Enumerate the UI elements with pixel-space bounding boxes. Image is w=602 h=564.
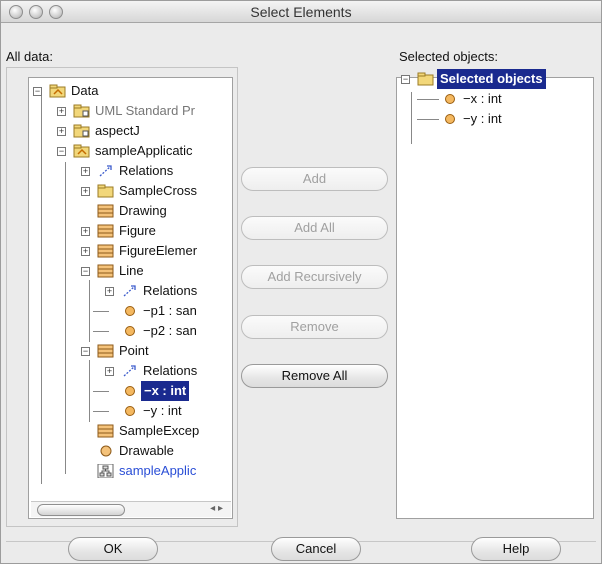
all-data-label: All data: (6, 49, 53, 64)
tree-item-label: Relations (119, 163, 174, 178)
selected-objects-label: Selected objects: (399, 49, 499, 64)
collapse-toggle-icon[interactable]: − (81, 267, 90, 276)
tree-item-label: UML Standard Pr (95, 103, 195, 118)
cancel-button[interactable]: Cancel (271, 537, 361, 561)
class-icon (97, 204, 114, 218)
add-button[interactable]: Add (241, 167, 388, 191)
remove-all-button[interactable]: Remove All (241, 364, 388, 388)
expand-toggle-icon[interactable]: + (57, 107, 66, 116)
horizontal-scrollbar[interactable]: ◂ ▸ (31, 501, 231, 517)
attribute-icon (125, 406, 135, 416)
relations-icon (99, 165, 112, 177)
attribute-icon (125, 326, 135, 336)
scroll-arrows-icon[interactable]: ◂ ▸ (210, 503, 223, 514)
tree-item-label: Selected objects (437, 69, 546, 89)
collapse-toggle-icon[interactable]: − (33, 87, 42, 96)
tree-item-label: sampleApplicatic (95, 143, 193, 158)
class-icon (97, 264, 114, 278)
help-button[interactable]: Help (471, 537, 561, 561)
title-bar: Select Elements (1, 1, 601, 23)
tree-item-label: FigureElemer (119, 243, 198, 258)
expand-toggle-icon[interactable]: + (105, 367, 114, 376)
attribute-icon (445, 114, 455, 124)
window-title: Select Elements (250, 4, 352, 20)
tree-item-label: Drawing (119, 203, 167, 218)
class-icon (97, 424, 114, 438)
package-icon (73, 104, 90, 118)
attribute-icon (125, 306, 135, 316)
expand-toggle-icon[interactable]: + (81, 247, 90, 256)
tree-item-label: Line (119, 263, 144, 278)
tree-item-label: Relations (143, 283, 198, 298)
select-elements-dialog: Select Elements All data: Selected objec… (0, 0, 602, 564)
tree-item-label: Drawable (119, 443, 174, 458)
package-icon (49, 84, 66, 98)
interface-icon (100, 445, 112, 457)
expand-toggle-icon[interactable]: + (81, 187, 90, 196)
ok-button[interactable]: OK (68, 537, 158, 561)
tree-item-label: Figure (119, 223, 156, 238)
collapse-toggle-icon[interactable]: − (401, 75, 410, 84)
expand-toggle-icon[interactable]: + (105, 287, 114, 296)
diagram-icon (97, 464, 114, 478)
tree-item-label: −p2 : san (143, 323, 197, 338)
tree-item-label: aspectJ (95, 123, 140, 138)
add-all-button[interactable]: Add All (241, 216, 388, 240)
tree-item-label: Data (71, 83, 99, 98)
attribute-icon (125, 386, 135, 396)
expand-toggle-icon[interactable]: + (81, 167, 90, 176)
remove-button[interactable]: Remove (241, 315, 388, 339)
add-recursively-button[interactable]: Add Recursively (241, 265, 388, 289)
tree-item-label: SampleCross (119, 183, 198, 198)
expand-toggle-icon[interactable]: + (81, 227, 90, 236)
relations-icon (123, 365, 136, 377)
tree-item-label: −x : int (463, 91, 502, 106)
collapse-toggle-icon[interactable]: − (81, 347, 90, 356)
tree-item-label: Relations (143, 363, 198, 378)
relations-icon (123, 285, 136, 297)
attribute-icon (445, 94, 455, 104)
tree-item-label: −x : int (141, 381, 190, 401)
folder-icon (417, 72, 434, 86)
expand-toggle-icon[interactable]: + (57, 127, 66, 136)
tree-item-label: SampleExcep (119, 423, 200, 438)
tree-item-label: Point (119, 343, 149, 358)
scroll-thumb[interactable] (37, 504, 125, 516)
class-icon (97, 224, 114, 238)
tree-item-label: −y : int (143, 403, 182, 418)
package-icon (73, 144, 90, 158)
collapse-toggle-icon[interactable]: − (57, 147, 66, 156)
package-icon (97, 184, 114, 198)
package-icon (73, 124, 90, 138)
class-icon (97, 244, 114, 258)
class-icon (97, 344, 114, 358)
tree-item-label: −y : int (463, 111, 502, 126)
dialog-content: All data: Selected objects: − Data + UML… (1, 23, 601, 563)
tree-item-label: −p1 : san (143, 303, 197, 318)
tree-item-label: sampleApplic (119, 463, 197, 478)
